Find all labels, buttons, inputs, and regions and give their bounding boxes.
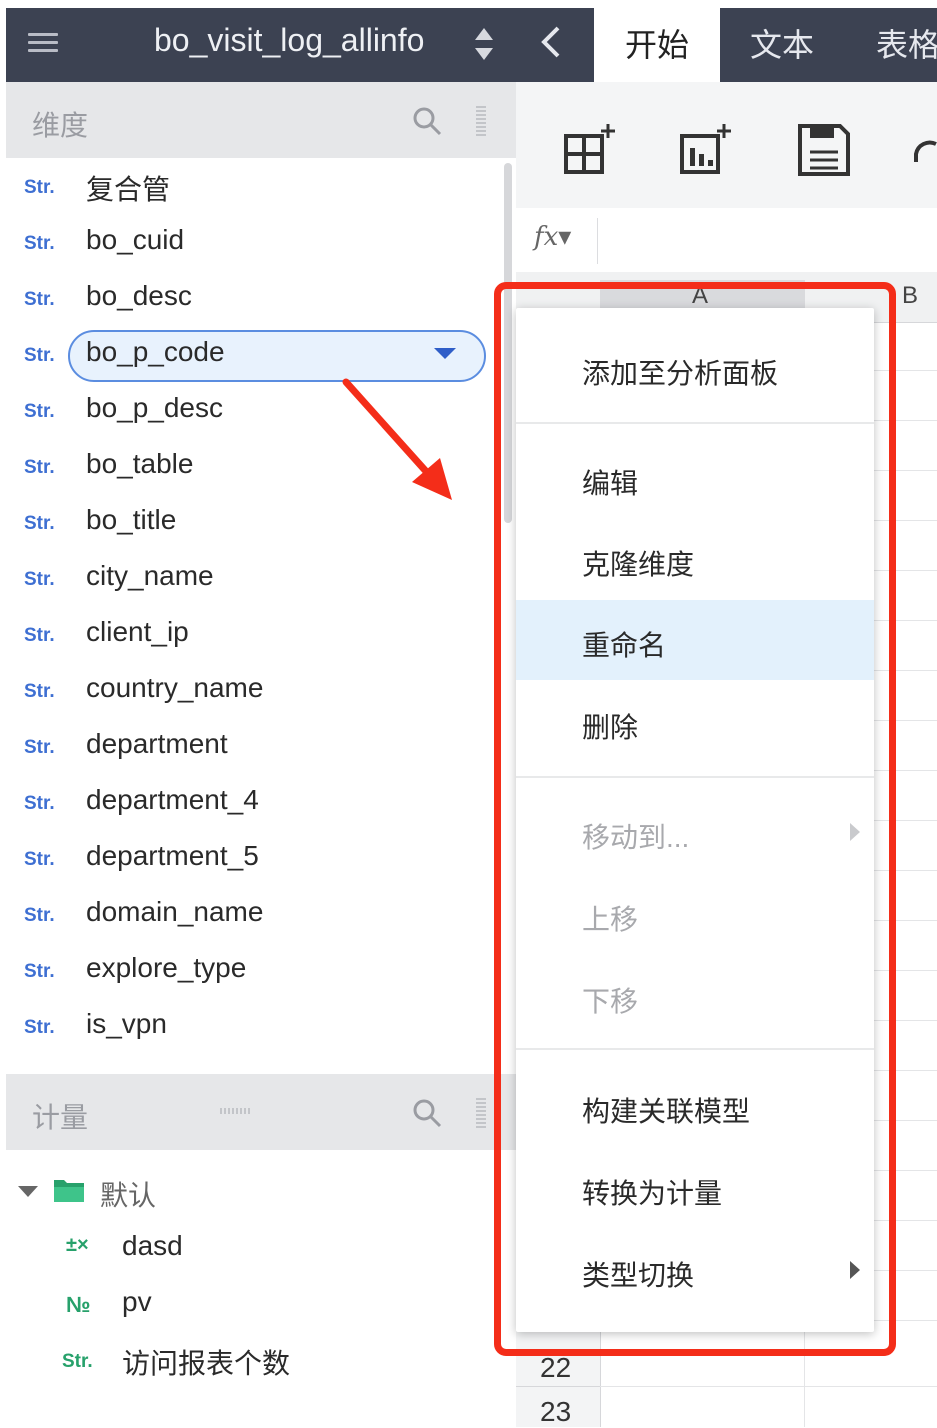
formula-separator [597, 218, 598, 264]
dataset-title[interactable]: bo_visit_log_allinfo [154, 22, 424, 59]
folder-label: 默认 [100, 1180, 157, 1211]
string-type-icon: Str. [24, 961, 55, 982]
dimension-item[interactable]: Str. city_name [6, 550, 516, 606]
insert-chart-icon[interactable] [678, 122, 734, 178]
tab-text[interactable]: 文本 [750, 8, 814, 82]
dimension-label: client_ip [86, 616, 189, 647]
save-icon[interactable] [796, 122, 852, 178]
string-type-icon: Str. [24, 1017, 55, 1038]
dimension-item[interactable]: Str. client_ip [6, 606, 516, 662]
string-type-icon: Str. [24, 345, 55, 366]
dimension-label: bo_p_desc [86, 392, 224, 423]
dimension-label: 复合管 [86, 174, 171, 205]
string-type-icon: Str. [24, 905, 55, 926]
dimension-label: department_5 [86, 840, 259, 871]
string-type-icon: Str. [24, 737, 55, 758]
measure-item[interactable]: Str. 访问报表个数 [6, 1332, 406, 1388]
dimension-label: bo_title [86, 504, 177, 535]
string-type-icon: Str. [24, 289, 55, 310]
dimension-item[interactable]: Str. department [6, 718, 516, 774]
dimension-label: department_4 [86, 784, 259, 815]
dimension-item[interactable]: Str. domain_name [6, 886, 516, 942]
field-panel: bo_visit_log_allinfo 维度 Str. 复合管 Str. bo_c… [6, 8, 516, 1427]
dimension-item[interactable]: Str. bo_cuid [6, 214, 516, 270]
grid-row-line [600, 1386, 937, 1387]
dataset-header: bo_visit_log_allinfo [6, 8, 516, 82]
annotation-highlight-box [494, 282, 896, 1356]
tab-table[interactable]: 表格 [876, 8, 937, 82]
string-type-icon: Str. [24, 793, 55, 814]
drag-handle-icon[interactable] [476, 106, 486, 136]
resize-grip-icon[interactable] [220, 1108, 250, 1114]
string-type-icon: Str. [24, 233, 55, 254]
string-type-icon: Str. [24, 625, 55, 646]
measure-folder[interactable]: 默认 [6, 1168, 306, 1218]
dimension-item-selected[interactable]: Str. bo_p_code [6, 326, 516, 382]
string-type-icon: Str. [62, 1351, 93, 1372]
dimension-label: is_vpn [86, 1008, 167, 1039]
insert-table-icon[interactable] [562, 122, 618, 178]
dimension-item[interactable]: Str. explore_type [6, 942, 516, 998]
dimension-item[interactable]: Str. 复合管 [6, 158, 516, 214]
chevron-left-icon[interactable] [532, 22, 572, 62]
dimension-label: country_name [86, 672, 264, 703]
dimension-section-header: 维度 [6, 82, 516, 158]
folder-icon [54, 1180, 84, 1202]
measure-header-label: 计量 [32, 1102, 89, 1133]
measure-section-header: 计量 [6, 1074, 516, 1150]
ribbon-tabs-bar [516, 8, 937, 82]
collapse-caret-icon[interactable] [18, 1186, 38, 1197]
tab-start[interactable]: 开始 [594, 8, 720, 82]
measure-item[interactable]: ±× dasd [6, 1220, 406, 1276]
dimension-label: bo_desc [86, 280, 192, 311]
dimension-header-label: 维度 [32, 110, 89, 141]
number-type-icon: № [66, 1292, 91, 1317]
dimension-label: bo_cuid [86, 224, 185, 255]
drag-handle-icon[interactable] [476, 1098, 486, 1128]
dimension-item[interactable]: Str. department_5 [6, 830, 516, 886]
column-b-label: B [902, 282, 919, 309]
dimension-label: department [86, 728, 228, 759]
dimension-label: city_name [86, 560, 214, 591]
string-type-icon: Str. [24, 457, 55, 478]
string-type-icon: Str. [24, 849, 55, 870]
hamburger-menu-icon[interactable] [28, 28, 58, 58]
calculated-field-icon: ±× [66, 1234, 89, 1256]
formula-bar[interactable] [516, 208, 937, 273]
string-type-icon: Str. [24, 401, 55, 422]
string-type-icon: Str. [24, 177, 55, 198]
dimension-label: explore_type [86, 952, 247, 983]
row-number: 22 [540, 1352, 572, 1383]
sort-arrows-icon[interactable] [474, 26, 494, 62]
dimension-item[interactable]: Str. is_vpn [6, 998, 516, 1054]
string-type-icon: Str. [24, 513, 55, 534]
dimension-item[interactable]: Str. country_name [6, 662, 516, 718]
annotation-arrow-icon [342, 378, 452, 500]
measure-label: dasd [122, 1230, 183, 1261]
measure-label: pv [122, 1286, 152, 1317]
string-type-icon: Str. [24, 569, 55, 590]
ribbon-toolbar [516, 82, 937, 209]
dimension-item[interactable]: Str. bo_desc [6, 270, 516, 326]
function-icon[interactable]: fx▾ [534, 222, 571, 252]
measure-label: 访问报表个数 [122, 1348, 291, 1379]
measure-item[interactable]: № pv [6, 1276, 406, 1332]
search-icon[interactable] [412, 106, 442, 136]
dimension-label: bo_table [86, 448, 194, 479]
dimension-label: domain_name [86, 896, 264, 927]
dimension-label: bo_p_code [86, 336, 225, 367]
dimension-item[interactable]: Str. department_4 [6, 774, 516, 830]
string-type-icon: Str. [24, 681, 55, 702]
undo-icon[interactable] [914, 122, 937, 178]
search-icon[interactable] [412, 1098, 442, 1128]
row-number: 23 [540, 1396, 572, 1427]
gutter-row-line [516, 1386, 600, 1387]
